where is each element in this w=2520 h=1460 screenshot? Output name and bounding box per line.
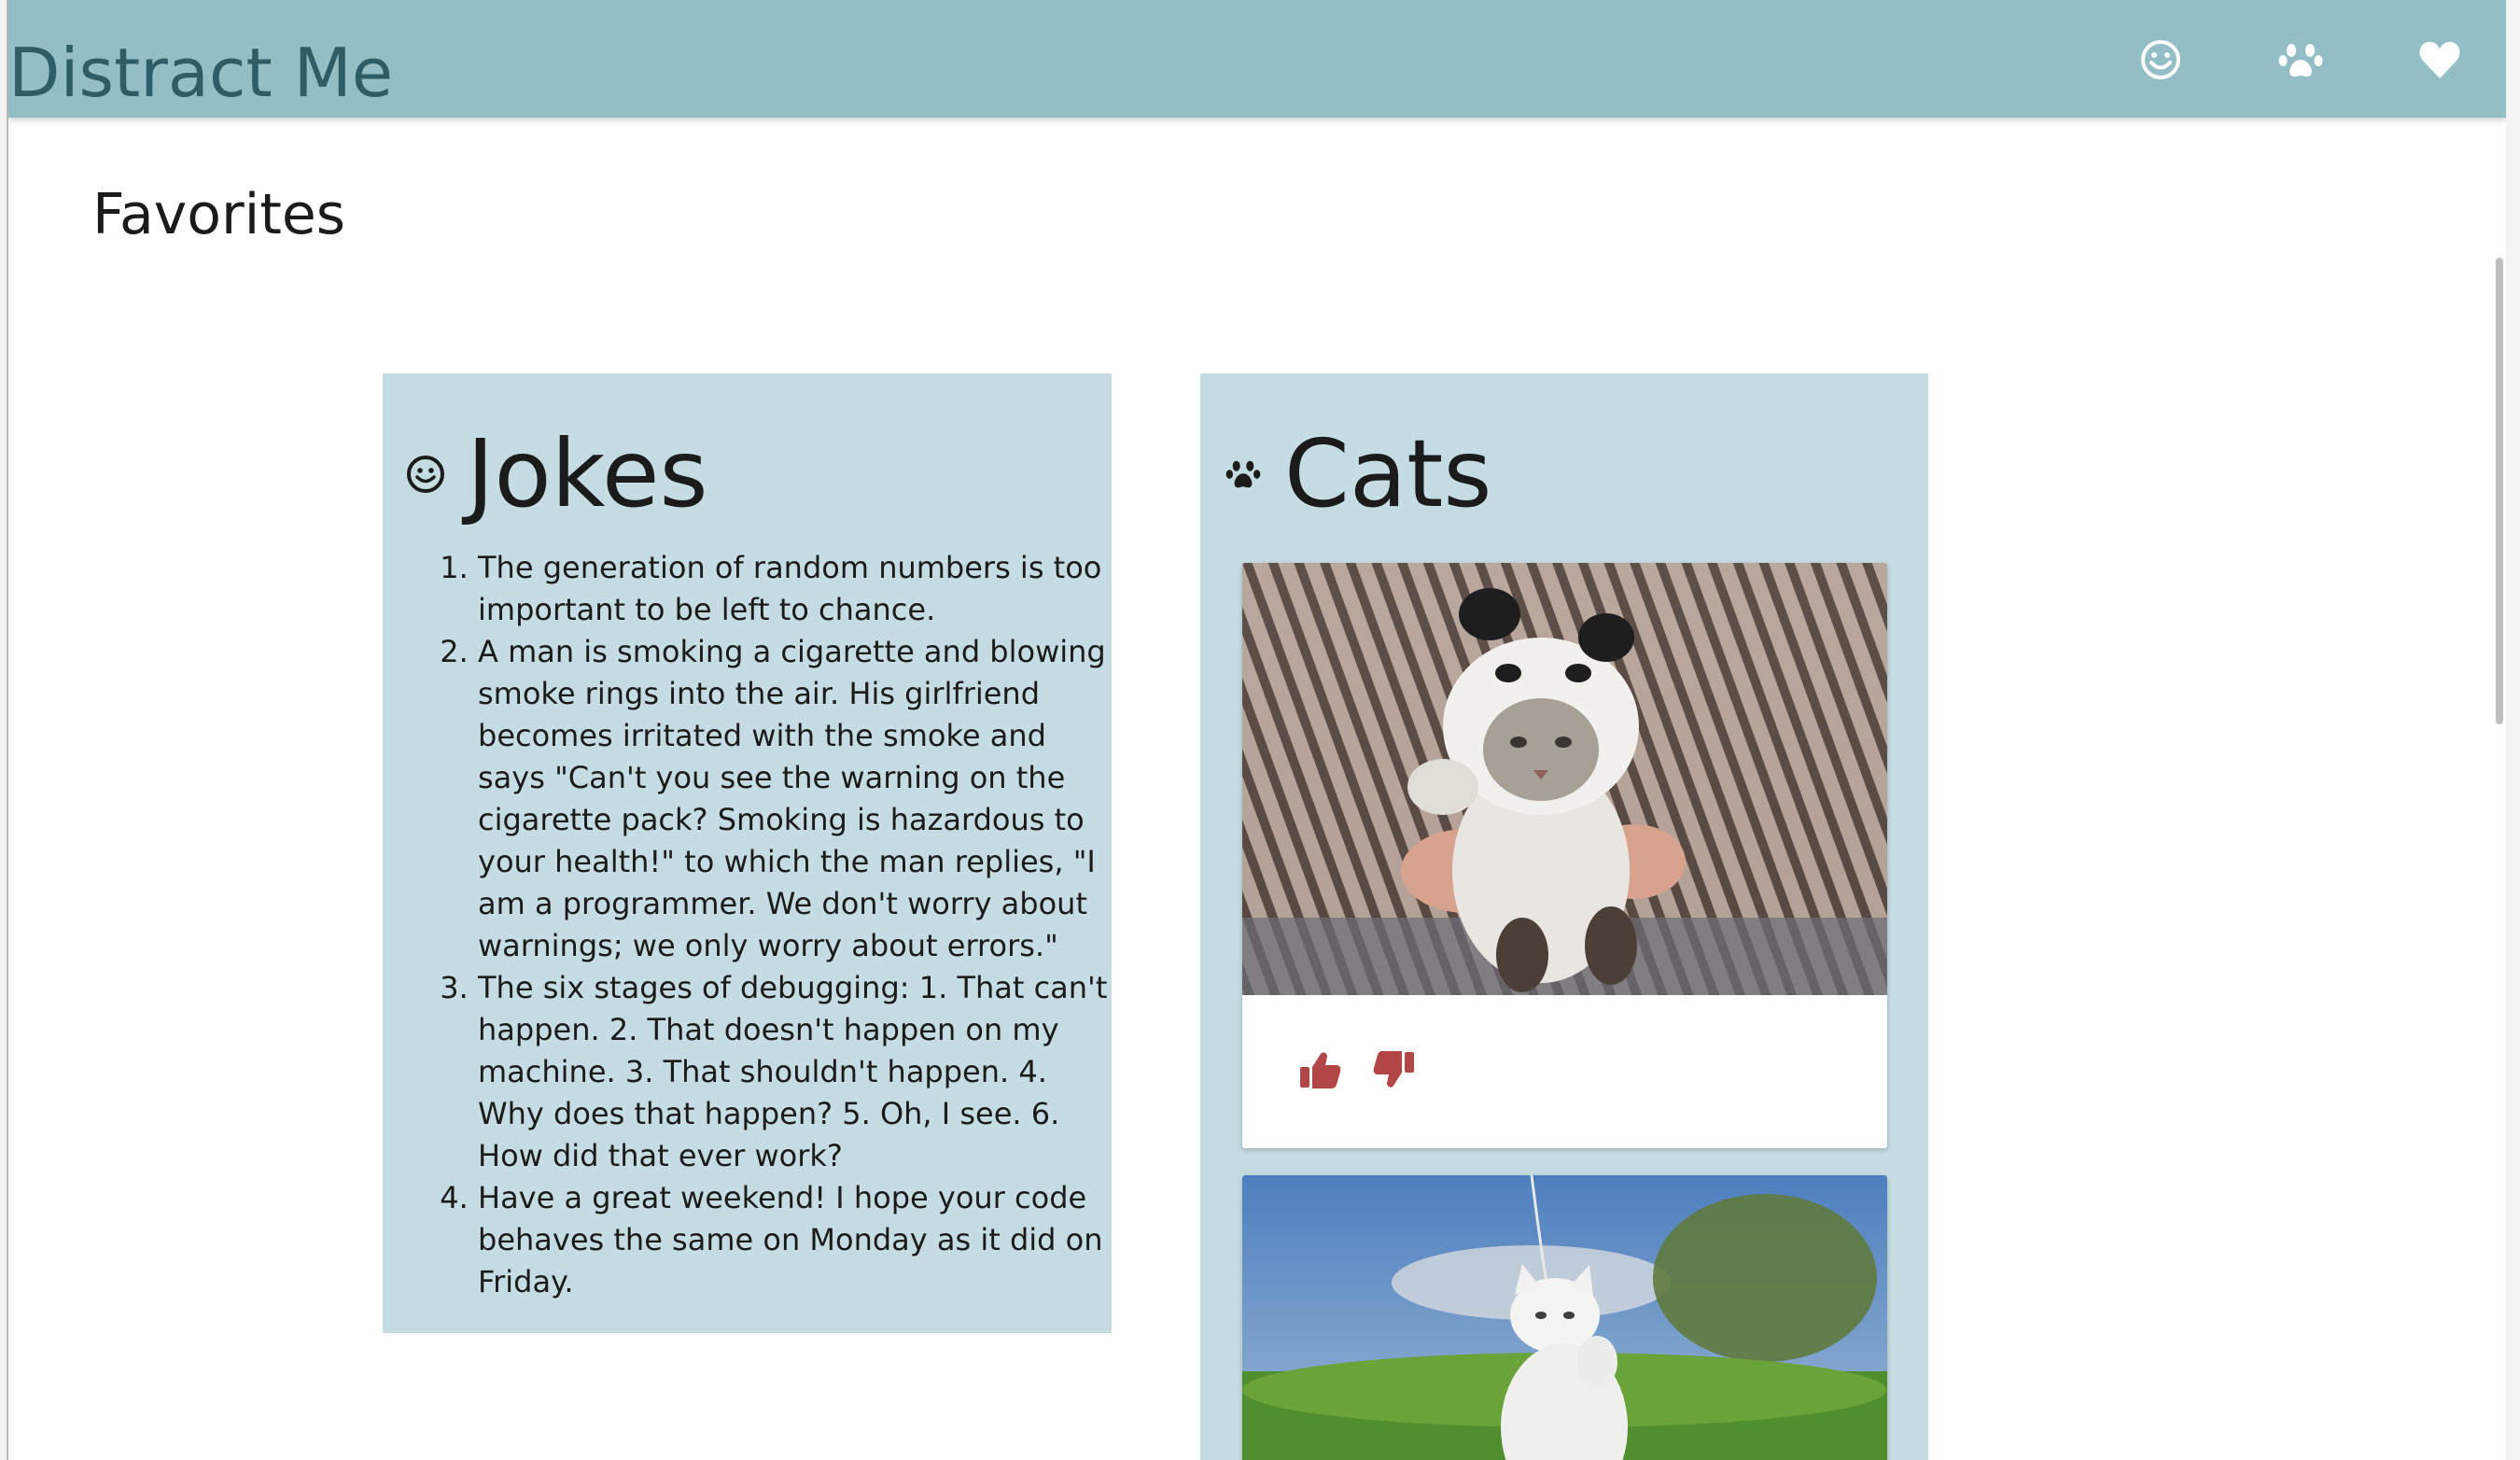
cats-title: Cats [1284, 419, 1492, 528]
page-title: Favorites [92, 182, 346, 247]
jokes-list: The generation of random numbers is too … [435, 547, 1122, 1303]
top-navbar: Distract Me [8, 0, 2506, 118]
nav-jokes-button[interactable] [2133, 32, 2189, 88]
cat-in-panda-hat-photo [1242, 563, 1887, 995]
jokes-header: Jokes [405, 418, 708, 530]
thumbs-up-button[interactable] [1296, 1046, 1343, 1093]
scrollbar-thumb[interactable] [2496, 258, 2503, 724]
jokes-section: Jokes The generation of random numbers i… [383, 373, 1112, 1333]
cat-card [1242, 1175, 1887, 1460]
page-scrollbar[interactable] [2493, 118, 2506, 1460]
thumbs-down-button[interactable] [1371, 1046, 1418, 1093]
vote-actions [1296, 1046, 1418, 1093]
heart-icon [2419, 41, 2460, 78]
paw-icon [2278, 44, 2323, 77]
jokes-title: Jokes [467, 419, 708, 528]
app-title[interactable]: Distract Me [8, 34, 393, 112]
white-kitten-playing-photo [1242, 1175, 1887, 1460]
cats-section: Cats [1200, 373, 1928, 1460]
cat-card [1242, 563, 1887, 1148]
nav-favorites-button[interactable] [2412, 32, 2468, 88]
joke-item: A man is smoking a cigarette and blowing… [478, 631, 1122, 967]
joke-item: The generation of random numbers is too … [478, 547, 1122, 631]
joke-item: Have a great weekend! I hope your code b… [478, 1177, 1122, 1303]
nav-cats-button[interactable] [2273, 32, 2329, 88]
smiley-icon [407, 456, 444, 493]
app-viewport: Distract Me Favorites Jokes 1. The gener… [7, 0, 2506, 1460]
smiley-icon [2141, 40, 2180, 79]
thumbs-down-icon [1373, 1051, 1414, 1088]
paw-icon [1225, 460, 1261, 488]
thumbs-up-icon [1300, 1052, 1341, 1088]
cats-header: Cats [1223, 418, 1491, 530]
joke-item: The six stages of debugging: 1. That can… [478, 967, 1122, 1177]
